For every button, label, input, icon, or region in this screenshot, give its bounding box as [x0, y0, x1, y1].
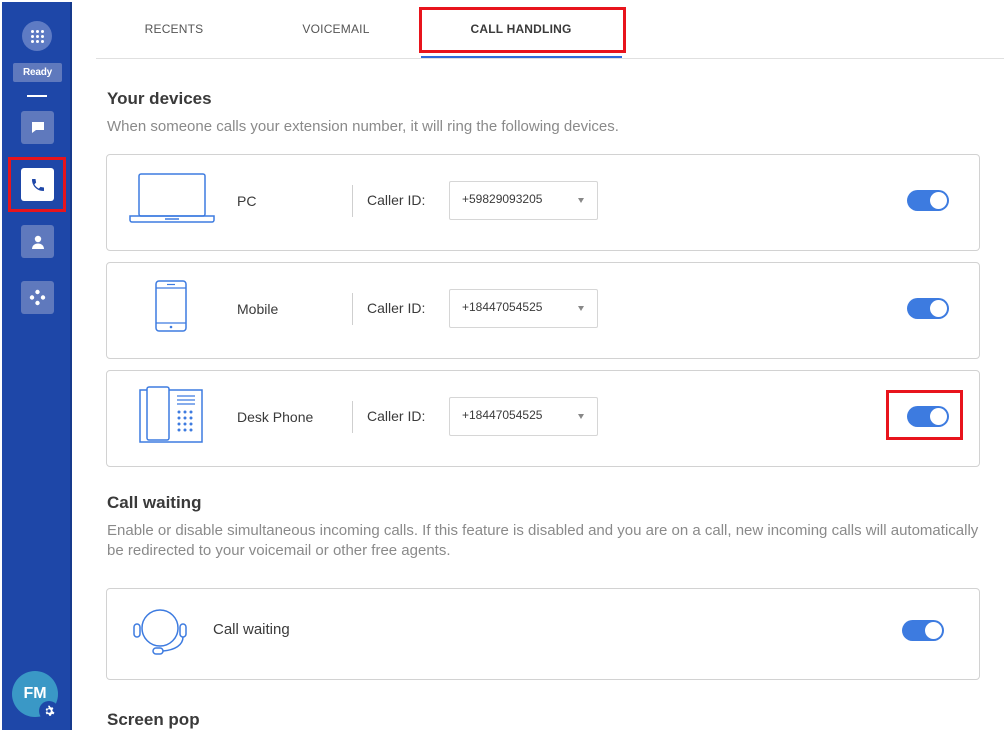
- caller-id-value: +18447054525: [462, 408, 543, 422]
- chevron-down-icon: [578, 306, 584, 311]
- caller-id-label: Caller ID:: [367, 300, 426, 316]
- chevron-down-icon: [578, 414, 584, 419]
- device-name: PC: [237, 193, 257, 209]
- contacts-icon: [31, 235, 44, 249]
- nav-contacts-button[interactable]: [21, 225, 54, 258]
- highlight-box: [419, 7, 626, 53]
- laptop-icon: [129, 173, 215, 223]
- section-title-screen-pop: Screen pop: [107, 710, 200, 729]
- call-handling-panel: Your devices When someone calls your ext…: [96, 60, 1006, 730]
- desk-phone-icon: [139, 386, 203, 443]
- caller-id-label: Caller ID:: [367, 192, 426, 208]
- device-card-desk-phone: Desk Phone Caller ID: +18447054525: [106, 370, 980, 467]
- chevron-down-icon: [578, 198, 584, 203]
- toggle-knob: [930, 300, 947, 317]
- call-waiting-toggle[interactable]: [902, 620, 944, 641]
- nav-chat-button[interactable]: [21, 111, 54, 144]
- device-name: Desk Phone: [237, 409, 314, 425]
- dialpad-icon: [30, 29, 44, 43]
- call-waiting-card: Call waiting: [106, 588, 980, 680]
- nav-apps-button[interactable]: [21, 281, 54, 314]
- dialpad-button[interactable]: [22, 21, 52, 51]
- highlight-box: [886, 390, 963, 440]
- tab-recents[interactable]: RECENTS: [132, 2, 216, 58]
- section-description-devices: When someone calls your extension number…: [107, 118, 619, 135]
- device-card-mobile: Mobile Caller ID: +18447054525: [106, 262, 980, 359]
- caller-id-select[interactable]: +18447054525: [449, 397, 598, 436]
- device-toggle-pc[interactable]: [907, 190, 949, 211]
- settings-button[interactable]: [39, 701, 59, 721]
- section-title-devices: Your devices: [107, 89, 212, 108]
- caller-id-select[interactable]: +59829093205: [449, 181, 598, 220]
- gear-icon: [45, 705, 55, 716]
- sidebar: Ready: [2, 2, 70, 730]
- toggle-knob: [925, 622, 942, 639]
- section-description-call-waiting: Enable or disable simultaneous incoming …: [107, 522, 979, 559]
- call-waiting-label: Call waiting: [213, 621, 290, 638]
- app-window: Ready FM RECENTS VOICEMAIL CALL HANDLING…: [0, 0, 1006, 732]
- sidebar-edge: [70, 2, 72, 730]
- active-tab-indicator: [421, 56, 622, 58]
- caller-id-label: Caller ID:: [367, 408, 426, 424]
- caller-id-select[interactable]: +18447054525: [449, 289, 598, 328]
- divider: [352, 293, 353, 325]
- tab-voicemail[interactable]: VOICEMAIL: [286, 2, 386, 58]
- caller-id-value: +59829093205: [462, 192, 543, 206]
- apps-icon: [29, 289, 46, 306]
- divider: [27, 95, 47, 97]
- device-name: Mobile: [237, 301, 279, 317]
- device-toggle-mobile[interactable]: [907, 298, 949, 319]
- caller-id-value: +18447054525: [462, 300, 543, 314]
- section-title-call-waiting: Call waiting: [107, 493, 202, 512]
- chat-icon: [31, 122, 44, 133]
- mobile-phone-icon: [155, 280, 187, 332]
- toggle-knob: [930, 192, 947, 209]
- status-badge[interactable]: Ready: [13, 63, 62, 82]
- headset-icon: [133, 609, 187, 655]
- highlight-box: [8, 157, 66, 212]
- device-card-pc: PC Caller ID: +59829093205: [106, 154, 980, 251]
- divider: [352, 401, 353, 433]
- divider: [352, 185, 353, 217]
